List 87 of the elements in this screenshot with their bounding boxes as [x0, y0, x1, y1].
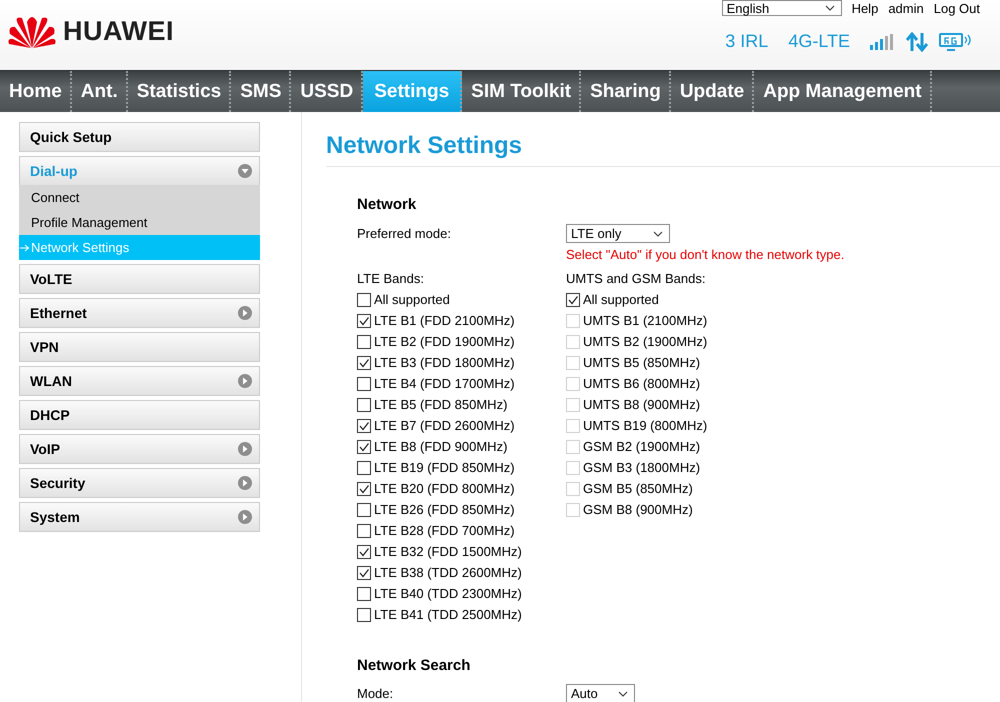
checkbox-label: LTE B1 (FDD 2100MHz)	[374, 313, 515, 328]
checkbox-label: LTE B32 (FDD 1500MHz)	[374, 544, 522, 559]
sidebar-item[interactable]: Quick Setup	[19, 122, 260, 152]
checkbox-label: GSM B2 (1900MHz)	[583, 439, 700, 454]
sidebar-item[interactable]: System	[19, 502, 260, 532]
checkbox-label: LTE B8 (FDD 900MHz)	[374, 439, 508, 454]
language-dropdown[interactable]: English	[722, 0, 842, 16]
nav-tab[interactable]: Statistics	[128, 71, 232, 112]
checkbox[interactable]	[357, 502, 371, 516]
checkbox-label: UMTS B2 (1900MHz)	[583, 334, 708, 349]
nav-tab[interactable]: SIM Toolkit	[462, 71, 582, 112]
checkbox-label: UMTS B5 (850MHz)	[583, 355, 700, 370]
checkbox-label: GSM B8 (900MHz)	[583, 502, 693, 517]
field-label: Mode:	[357, 686, 394, 701]
checkbox-label: LTE B26 (FDD 850MHz)	[374, 502, 515, 517]
checkbox-label: All supported	[583, 292, 659, 307]
checkbox[interactable]	[357, 334, 371, 348]
network-type: 4G-LTE	[788, 31, 850, 52]
warning-text: Select "Auto" if you don't know the network type.	[566, 247, 844, 262]
nav-tab[interactable]: Update	[670, 71, 754, 112]
checkbox-label: All supported	[374, 292, 450, 307]
checkbox[interactable]	[566, 292, 580, 306]
checkbox-label: LTE B20 (FDD 800MHz)	[374, 481, 515, 496]
sidebar-item[interactable]: VPN	[19, 332, 260, 362]
sidebar-item[interactable]: Ethernet	[19, 298, 260, 328]
checkbox-label: UMTS B8 (900MHz)	[583, 397, 700, 412]
caret-icon	[653, 230, 663, 236]
checkbox-label: LTE B3 (FDD 1800MHz)	[374, 355, 515, 370]
checkbox-label: LTE B7 (FDD 2600MHz)	[374, 418, 515, 433]
sidebar-item[interactable]: Security	[19, 468, 260, 498]
field-label: UMTS and GSM Bands:	[566, 271, 706, 286]
checkbox[interactable]	[357, 376, 371, 390]
checkbox-label: LTE B41 (TDD 2500MHz)	[374, 607, 522, 622]
dropdown[interactable]: LTE only	[566, 224, 670, 243]
checkbox-label: LTE B2 (FDD 1900MHz)	[374, 334, 515, 349]
section-heading: Network	[357, 196, 418, 213]
checkbox-label: UMTS B19 (800MHz)	[583, 418, 708, 433]
nav-tab[interactable]: SMS	[231, 71, 292, 112]
nav-tab[interactable]: App Management	[754, 71, 932, 112]
checkbox[interactable]	[357, 418, 371, 432]
sidebar-subitem[interactable]: Connect	[19, 185, 260, 210]
sidebar-subitem[interactable]: Profile Management	[19, 210, 260, 235]
caret-icon	[824, 5, 835, 11]
checkbox-label: UMTS B6 (800MHz)	[583, 376, 700, 391]
checkbox[interactable]	[357, 356, 371, 370]
nav-tab[interactable]: Ant.	[72, 71, 128, 112]
checkbox[interactable]	[357, 292, 371, 306]
checkbox[interactable]	[357, 524, 371, 538]
checkbox[interactable]	[357, 544, 371, 558]
checkbox[interactable]	[357, 586, 371, 600]
checkbox[interactable]	[357, 482, 371, 496]
checkbox-label: LTE B40 (TDD 2300MHz)	[374, 586, 522, 601]
page-title: Network Settings	[326, 132, 1000, 167]
data-transfer-icon	[906, 32, 928, 52]
sidebar-item[interactable]: WLAN	[19, 366, 260, 396]
field-label: LTE Bands:	[357, 271, 424, 286]
header-link[interactable]: admin	[888, 0, 924, 16]
arrow-icon	[20, 244, 30, 252]
sidebar-item[interactable]: DHCP	[19, 400, 260, 430]
checkbox[interactable]	[357, 398, 371, 412]
checkbox-label: LTE B38 (TDD 2600MHz)	[374, 565, 522, 580]
nav-tab[interactable]: Home	[0, 71, 72, 112]
checkbox-label: GSM B3 (1800MHz)	[583, 460, 700, 475]
sidebar-item[interactable]: VoLTE	[19, 264, 260, 294]
header-link[interactable]: Log Out	[934, 0, 980, 16]
checkbox-label: LTE B5 (FDD 850MHz)	[374, 397, 508, 412]
section-heading: Network Search	[357, 657, 472, 674]
header-link[interactable]: Help	[852, 0, 878, 16]
checkbox-label: LTE B19 (FDD 850MHz)	[374, 460, 515, 475]
checkbox[interactable]	[357, 440, 371, 454]
operator-name: 3 IRL	[725, 31, 768, 52]
brand-name: HUAWEI	[63, 16, 174, 46]
checkbox[interactable]	[357, 566, 371, 580]
5g-monitor-icon	[938, 32, 972, 52]
checkbox[interactable]	[357, 608, 371, 622]
field-label: Preferred mode:	[357, 226, 451, 241]
checkbox-label: LTE B28 (FDD 700MHz)	[374, 523, 515, 538]
dropdown[interactable]: Auto	[566, 684, 635, 702]
checkbox-label: LTE B4 (FDD 1700MHz)	[374, 376, 515, 391]
checkbox[interactable]	[357, 460, 371, 474]
checkbox-label: UMTS B1 (2100MHz)	[583, 313, 708, 328]
nav-tab[interactable]: Sharing	[581, 71, 671, 112]
checkbox[interactable]	[357, 314, 371, 328]
checkbox-label: GSM B5 (850MHz)	[583, 481, 693, 496]
signal-bars-icon	[870, 34, 896, 50]
sidebar-item[interactable]: VoIP	[19, 434, 260, 464]
caret-icon	[618, 690, 628, 696]
